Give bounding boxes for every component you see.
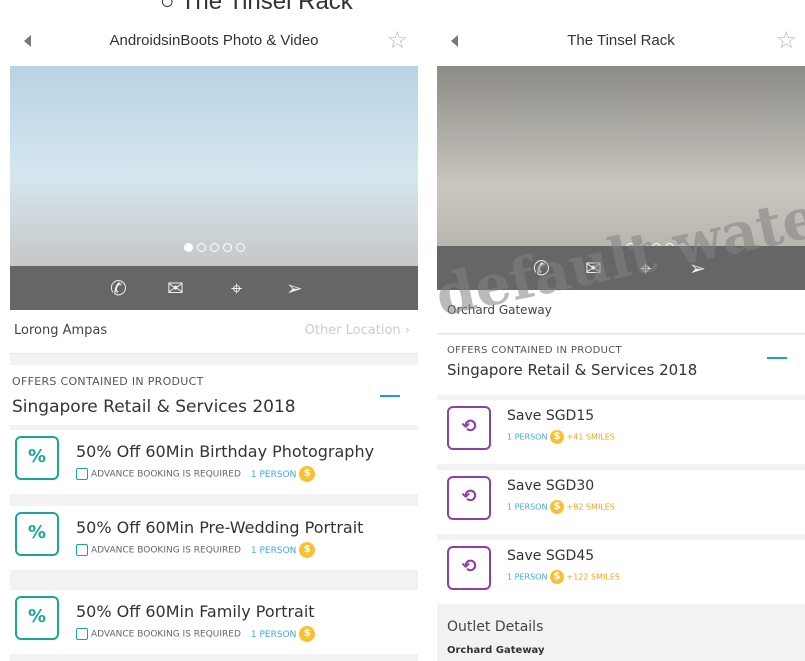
star-icon[interactable]: ☆ [775, 26, 797, 54]
offer-card[interactable]: % 50% Off 60Min Pre-Wedding Portrait ADV… [10, 506, 418, 570]
offer-card[interactable]: % 50% Off 60Min Family Portrait ADVANCE … [10, 590, 418, 654]
persons-text: 1 PERSON [507, 432, 548, 442]
offer-card[interactable]: % 50% Off 60Min Birthday Photography ADV… [10, 430, 418, 494]
smiles-coin-icon: $ [299, 466, 316, 482]
offers-section-header[interactable]: OFFERS CONTAINED IN PRODUCT Singapore Re… [437, 335, 805, 395]
smiles-coin-icon: $ [299, 626, 316, 642]
booking-text: ADVANCE BOOKING IS REQUIRED [91, 545, 241, 556]
smiles-text: +122 SMILES [566, 572, 620, 582]
outlet-title: Outlet Details [447, 619, 544, 635]
phone-icon[interactable]: ✆ [110, 276, 127, 300]
booking-text: ADVANCE BOOKING IS REQUIRED [91, 629, 241, 640]
offer-title: 50% Off 60Min Birthday Photography [76, 442, 375, 461]
offers-section-header[interactable]: OFFERS CONTAINED IN PRODUCT Singapore Re… [10, 365, 418, 425]
page-title: AndroidsinBoots Photo & Video [109, 32, 319, 49]
caption-fragment-1: ○ The Tinsel Rack [160, 0, 353, 15]
offer-title: 50% Off 60Min Family Portrait [76, 602, 315, 621]
discount-tag-icon: % [15, 436, 59, 480]
share-icon[interactable]: ➢ [286, 276, 303, 300]
booking-text: ADVANCE BOOKING IS REQUIRED [91, 469, 241, 480]
offer-card[interactable]: ⟲ Save SGD45 1 PERSON $ +122 SMILES [437, 540, 805, 604]
offer-meta: ADVANCE BOOKING IS REQUIRED 1 PERSON $ [76, 466, 316, 482]
offer-meta: ADVANCE BOOKING IS REQUIRED 1 PERSON $ [76, 626, 316, 642]
smiles-coin-icon: $ [549, 500, 564, 514]
smiles-text: +82 SMILES [566, 502, 615, 512]
header: AndroidsinBoots Photo & Video ☆ [10, 20, 418, 66]
hero-image [10, 66, 418, 266]
outlet-name: Orchard Gateway [447, 645, 545, 656]
left-screen: AndroidsinBoots Photo & Video ☆ ✆ ✉ ⌖ ➢ … [10, 20, 418, 661]
offer-title: Save SGD45 [507, 548, 595, 564]
smiles-coin-icon: $ [549, 570, 564, 584]
location-name: Lorong Ampas [14, 323, 108, 338]
mail-icon[interactable]: ✉ [167, 276, 184, 300]
offers-heading: OFFERS CONTAINED IN PRODUCT [447, 345, 622, 356]
page-title: The Tinsel Rack [567, 32, 675, 49]
offer-meta: ADVANCE BOOKING IS REQUIRED 1 PERSON $ [76, 542, 316, 558]
back-icon[interactable] [24, 35, 31, 47]
smiles-coin-icon: $ [299, 542, 316, 558]
location-pin-icon[interactable]: ⌖ [231, 276, 242, 300]
voucher-icon: ⟲ [447, 476, 491, 520]
persons-text: 1 PERSON [250, 469, 297, 480]
other-location-label: Other Location [304, 323, 401, 338]
carousel-dot[interactable] [209, 243, 219, 252]
offer-title: Save SGD30 [507, 478, 595, 494]
booking-icon [76, 544, 88, 556]
top-caption: ○ The Tinsel Rack [100, 0, 790, 20]
star-icon[interactable]: ☆ [386, 26, 408, 54]
offer-meta: 1 PERSON $ +122 SMILES [507, 570, 620, 584]
persons-text: 1 PERSON [250, 629, 297, 640]
carousel-dot[interactable] [196, 243, 206, 252]
action-bar: ✆ ✉ ⌖ ➢ [10, 266, 418, 310]
carousel-dot[interactable] [183, 243, 193, 252]
voucher-icon: ⟲ [447, 406, 491, 450]
persons-text: 1 PERSON [507, 502, 548, 512]
offer-meta: 1 PERSON $ +41 SMILES [507, 430, 615, 444]
offer-card[interactable]: ⟲ Save SGD30 1 PERSON $ +82 SMILES [437, 470, 805, 534]
persons-text: 1 PERSON [250, 545, 297, 556]
location-row[interactable]: Lorong Ampas Other Location › [10, 310, 418, 354]
collapse-icon[interactable] [767, 357, 787, 359]
persons-text: 1 PERSON [507, 572, 548, 582]
discount-tag-icon: % [15, 596, 59, 640]
voucher-icon: ⟲ [447, 546, 491, 590]
smiles-coin-icon: $ [549, 430, 564, 444]
offer-card[interactable]: ⟲ Save SGD15 1 PERSON $ +41 SMILES [437, 400, 805, 464]
collapse-icon[interactable] [380, 395, 400, 397]
carousel-dot[interactable] [235, 243, 245, 252]
carousel-dots[interactable] [10, 237, 418, 256]
discount-tag-icon: % [15, 512, 59, 556]
offer-meta: 1 PERSON $ +82 SMILES [507, 500, 615, 514]
chevron-right-icon: › [404, 323, 410, 338]
right-screen: The Tinsel Rack ☆ ✆ ✉ ⌖ ➢ Orchard Gatewa… [437, 20, 805, 661]
header: The Tinsel Rack ☆ [437, 20, 805, 66]
offer-title: Save SGD15 [507, 408, 595, 424]
outlet-details: Outlet Details Orchard Gateway [437, 605, 805, 661]
carousel-dot[interactable] [222, 243, 232, 252]
offer-title: 50% Off 60Min Pre-Wedding Portrait [76, 518, 364, 537]
offers-product-name: Singapore Retail & Services 2018 [12, 397, 296, 417]
back-icon[interactable] [451, 35, 458, 47]
smiles-text: +41 SMILES [566, 432, 615, 442]
booking-icon [76, 628, 88, 640]
offers-product-name: Singapore Retail & Services 2018 [447, 361, 698, 379]
other-location-link[interactable]: Other Location › [305, 323, 410, 338]
booking-icon [76, 468, 88, 480]
offers-heading: OFFERS CONTAINED IN PRODUCT [12, 375, 204, 388]
